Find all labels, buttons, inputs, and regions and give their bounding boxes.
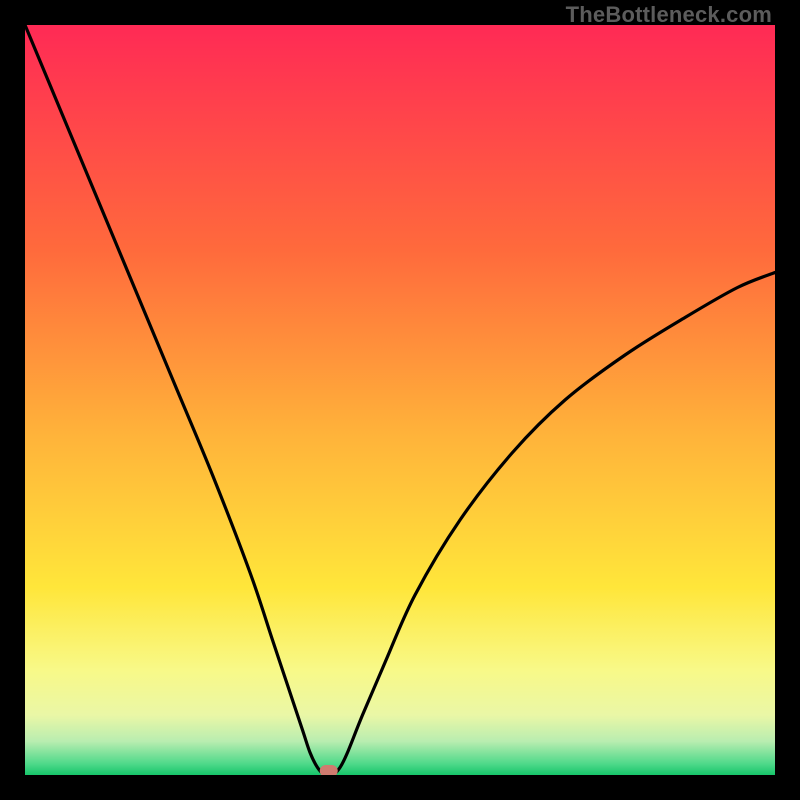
bottleneck-curve xyxy=(25,25,775,775)
valley-marker xyxy=(320,765,338,775)
plot-frame xyxy=(25,25,775,775)
